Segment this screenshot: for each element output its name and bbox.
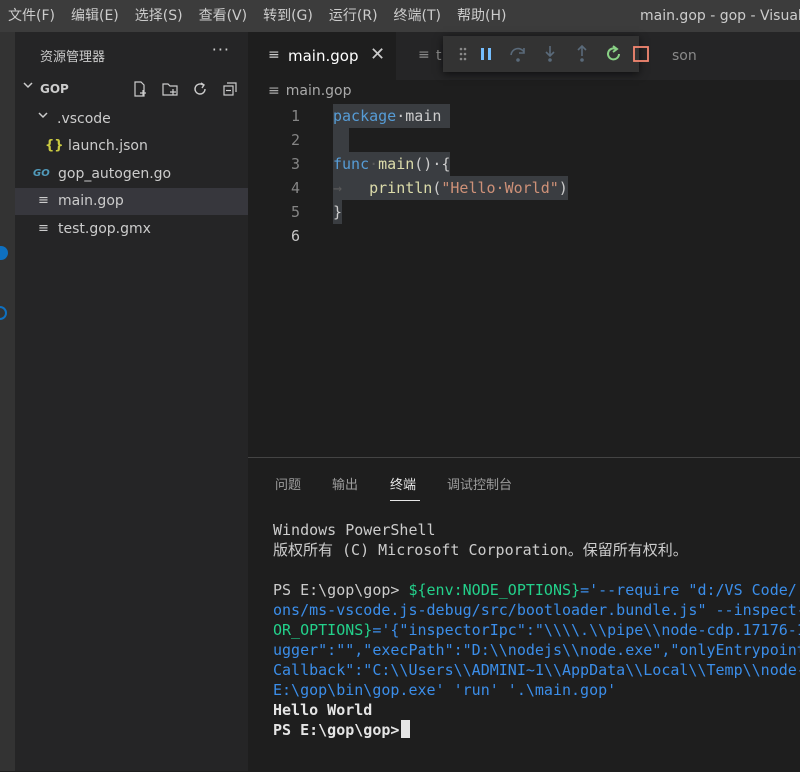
- tree-item-label: gop_autogen.go: [58, 166, 172, 182]
- tree-item-launch-json[interactable]: {} launch.json: [15, 133, 248, 160]
- refresh-icon[interactable]: [191, 80, 209, 98]
- terminal-line: ons/ms-vscode.js-debug/src/bootloader.bu…: [273, 601, 800, 619]
- line-number: 5: [290, 203, 300, 221]
- line-number: 6: [290, 227, 300, 245]
- terminal-prompt-line: PS E:\gop\gop>: [273, 720, 411, 740]
- new-file-icon[interactable]: [131, 80, 149, 98]
- tree-item-label: test.gop.gmx: [58, 221, 151, 237]
- explorer-title: 资源管理器: [40, 50, 106, 65]
- folder-name: GOP: [40, 82, 69, 96]
- tab-main-gop[interactable]: ≡ main.gop ✕: [248, 32, 396, 80]
- json-icon: {}: [45, 138, 64, 153]
- tab-terminal[interactable]: 终端: [390, 474, 416, 493]
- code-text: }: [333, 200, 343, 224]
- code-line: 1 package·main: [248, 104, 800, 128]
- stop-icon[interactable]: [631, 44, 651, 64]
- pause-icon[interactable]: [476, 44, 496, 64]
- tab-label: main.gop: [288, 47, 359, 65]
- menu-file[interactable]: 文件(F): [0, 0, 63, 32]
- terminal-line: Windows PowerShell: [273, 521, 436, 539]
- code-line: 4 → println("Hello·World"): [248, 176, 800, 200]
- code-text: package·main: [333, 104, 451, 128]
- file-lines-icon: ≡: [38, 221, 49, 236]
- tree-item-main-gop[interactable]: ≡ main.gop: [15, 188, 248, 215]
- line-number: 2: [290, 131, 300, 149]
- code-line: 3 func·main()·{: [248, 152, 800, 176]
- debug-toolbar: [443, 36, 649, 72]
- menu-edit[interactable]: 编辑(E): [63, 0, 127, 32]
- file-lines-icon: ≡: [268, 83, 280, 99]
- bottom-panel: 问题 输出 终端 调试控制台 Windows PowerShell 版权所有 (…: [248, 457, 800, 772]
- terminal-line: Callback":"C:\\Users\\ADMINI~1\\AppData\…: [273, 661, 800, 679]
- terminal-line: E:\gop\bin\gop.exe' 'run' '.\main.gop': [273, 681, 617, 699]
- menu-go[interactable]: 转到(G): [255, 0, 321, 32]
- terminal-line: ugger":"","execPath":"D:\\nodejs\\node.e…: [273, 641, 800, 659]
- terminal-line: 版权所有 (C) Microsoft Corporation。保留所有权利。: [273, 541, 688, 559]
- tab-debug-console[interactable]: 调试控制台: [447, 474, 512, 493]
- menu-run[interactable]: 运行(R): [321, 0, 386, 32]
- terminal-line: Hello World: [273, 701, 373, 719]
- window-title: main.gop - gop - Visual: [640, 8, 800, 24]
- activity-bar: [0, 32, 15, 771]
- tab-output[interactable]: 输出: [332, 474, 358, 493]
- explorer-sidebar: 资源管理器 ··· GOP .vscode {} launch.json GO …: [15, 32, 248, 771]
- line-number: 3: [290, 155, 300, 173]
- menu-selection[interactable]: 选择(S): [127, 0, 191, 32]
- new-folder-icon[interactable]: [161, 80, 179, 98]
- code-line: 5 }: [248, 200, 800, 224]
- tree-item-test-gmx[interactable]: ≡ test.gop.gmx: [15, 216, 248, 243]
- tree-item-label: main.gop: [58, 193, 124, 209]
- code-line: 6: [248, 224, 800, 248]
- terminal-line: PS E:\gop\gop> ${env:NODE_OPTIONS}='--re…: [273, 581, 797, 599]
- tab-third-label[interactable]: son: [672, 48, 697, 64]
- line-number: 1: [290, 107, 300, 125]
- menu-help[interactable]: 帮助(H): [449, 0, 514, 32]
- file-lines-icon: ≡: [268, 47, 280, 63]
- breadcrumb[interactable]: ≡ main.gop: [268, 83, 352, 99]
- breadcrumb-file: main.gop: [285, 83, 352, 99]
- editor-group: ≡ main.gop ✕ ≡ t son ≡ main.gop 1 packag…: [248, 32, 800, 457]
- code-text: → println("Hello·World"): [333, 176, 568, 200]
- tree-item-gop-autogen[interactable]: GO gop_autogen.go: [15, 161, 248, 188]
- step-out-icon[interactable]: [572, 44, 592, 64]
- drag-handle-icon[interactable]: [453, 44, 473, 64]
- close-icon[interactable]: ✕: [370, 44, 385, 65]
- more-actions-icon[interactable]: ···: [212, 40, 230, 59]
- file-lines-icon: ≡: [38, 193, 49, 208]
- tab-bar: ≡ main.gop ✕ ≡ t son: [248, 32, 800, 80]
- step-into-icon[interactable]: [540, 44, 560, 64]
- remote-badge[interactable]: [0, 306, 7, 320]
- line-number: 4: [290, 179, 300, 197]
- chevron-down-icon: [22, 79, 34, 94]
- menu-view[interactable]: 查看(V): [191, 0, 256, 32]
- restart-icon[interactable]: [604, 44, 624, 64]
- file-lines-icon: ≡: [418, 47, 430, 63]
- tree-item-vscode[interactable]: .vscode: [15, 106, 248, 133]
- tab-problems[interactable]: 问题: [275, 474, 301, 493]
- terminal-cursor: [401, 720, 411, 738]
- go-file-icon: GO: [33, 168, 50, 179]
- code-line: 2: [248, 128, 800, 152]
- active-tab-indicator: [390, 500, 420, 501]
- tree-item-label: .vscode: [57, 111, 111, 127]
- step-over-icon[interactable]: [508, 44, 528, 64]
- menu-bar: 文件(F) 编辑(E) 选择(S) 查看(V) 转到(G) 运行(R) 终端(T…: [0, 0, 800, 32]
- chevron-down-icon: [37, 109, 49, 125]
- collapse-all-icon[interactable]: [221, 80, 239, 98]
- tree-item-label: launch.json: [68, 138, 148, 154]
- folder-gop[interactable]: GOP: [15, 76, 248, 102]
- tab-label: t: [436, 48, 442, 64]
- code-text: func·main()·{: [333, 152, 451, 176]
- code-text: [333, 128, 349, 152]
- terminal-line: OR_OPTIONS}='{"inspectorIpc":"\\\\.\\pip…: [273, 621, 800, 639]
- menu-terminal[interactable]: 终端(T): [386, 0, 449, 32]
- run-debug-badge[interactable]: [0, 246, 8, 260]
